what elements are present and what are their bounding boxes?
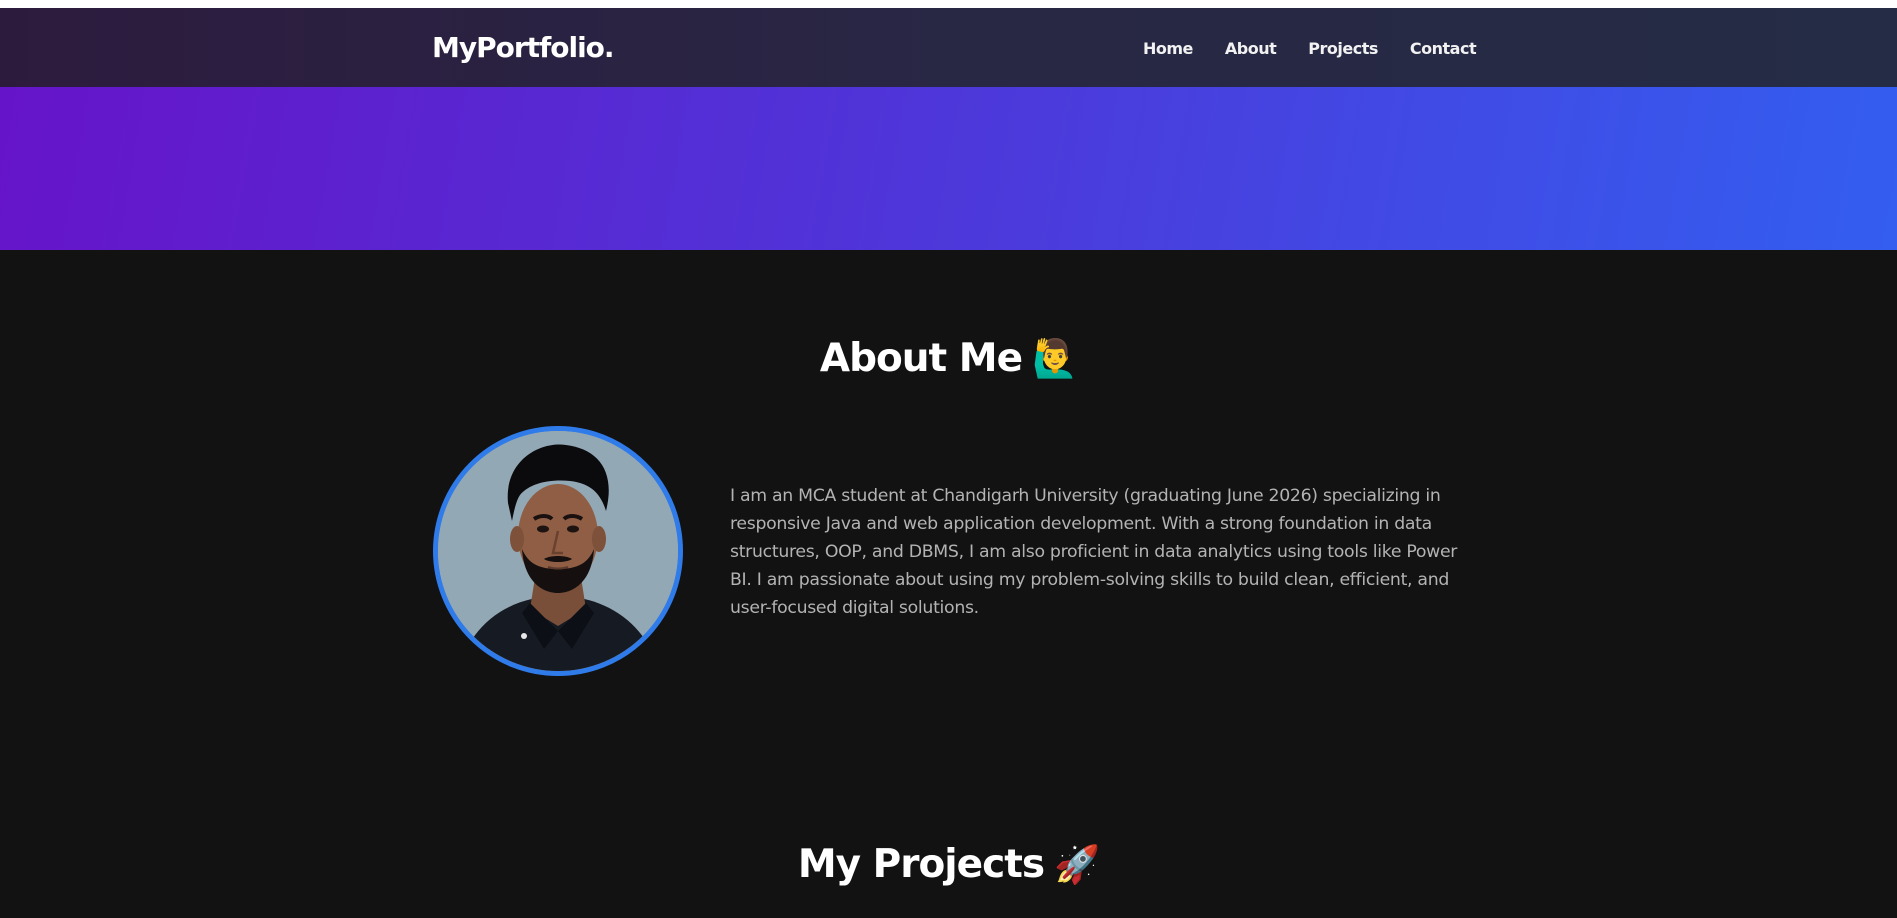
about-section-title: About Me 🙋‍♂️ [0, 336, 1897, 381]
profile-photo-image [438, 431, 678, 671]
navbar: MyPortfolio. Home About Projects Contact [0, 8, 1897, 87]
nav-links: Home About Projects Contact [1143, 39, 1477, 58]
about-title-text: About Me [819, 336, 1023, 381]
nav-link-about[interactable]: About [1225, 39, 1277, 58]
nav-link-contact[interactable]: Contact [1410, 39, 1477, 58]
about-description: I am an MCA student at Chandigarh Univer… [730, 486, 1458, 618]
projects-section-title: My Projects 🚀 [0, 842, 1897, 887]
nav-link-projects[interactable]: Projects [1308, 39, 1378, 58]
nav-link-home[interactable]: Home [1143, 39, 1193, 58]
site-logo[interactable]: MyPortfolio. [432, 31, 615, 64]
projects-title-text: My Projects [797, 842, 1045, 887]
browser-top-strip [0, 0, 1897, 8]
profile-photo [433, 426, 683, 676]
hero-banner [0, 87, 1897, 250]
person-raising-hand-icon: 🙋‍♂️ [1032, 337, 1078, 380]
rocket-icon: 🚀 [1054, 843, 1100, 886]
